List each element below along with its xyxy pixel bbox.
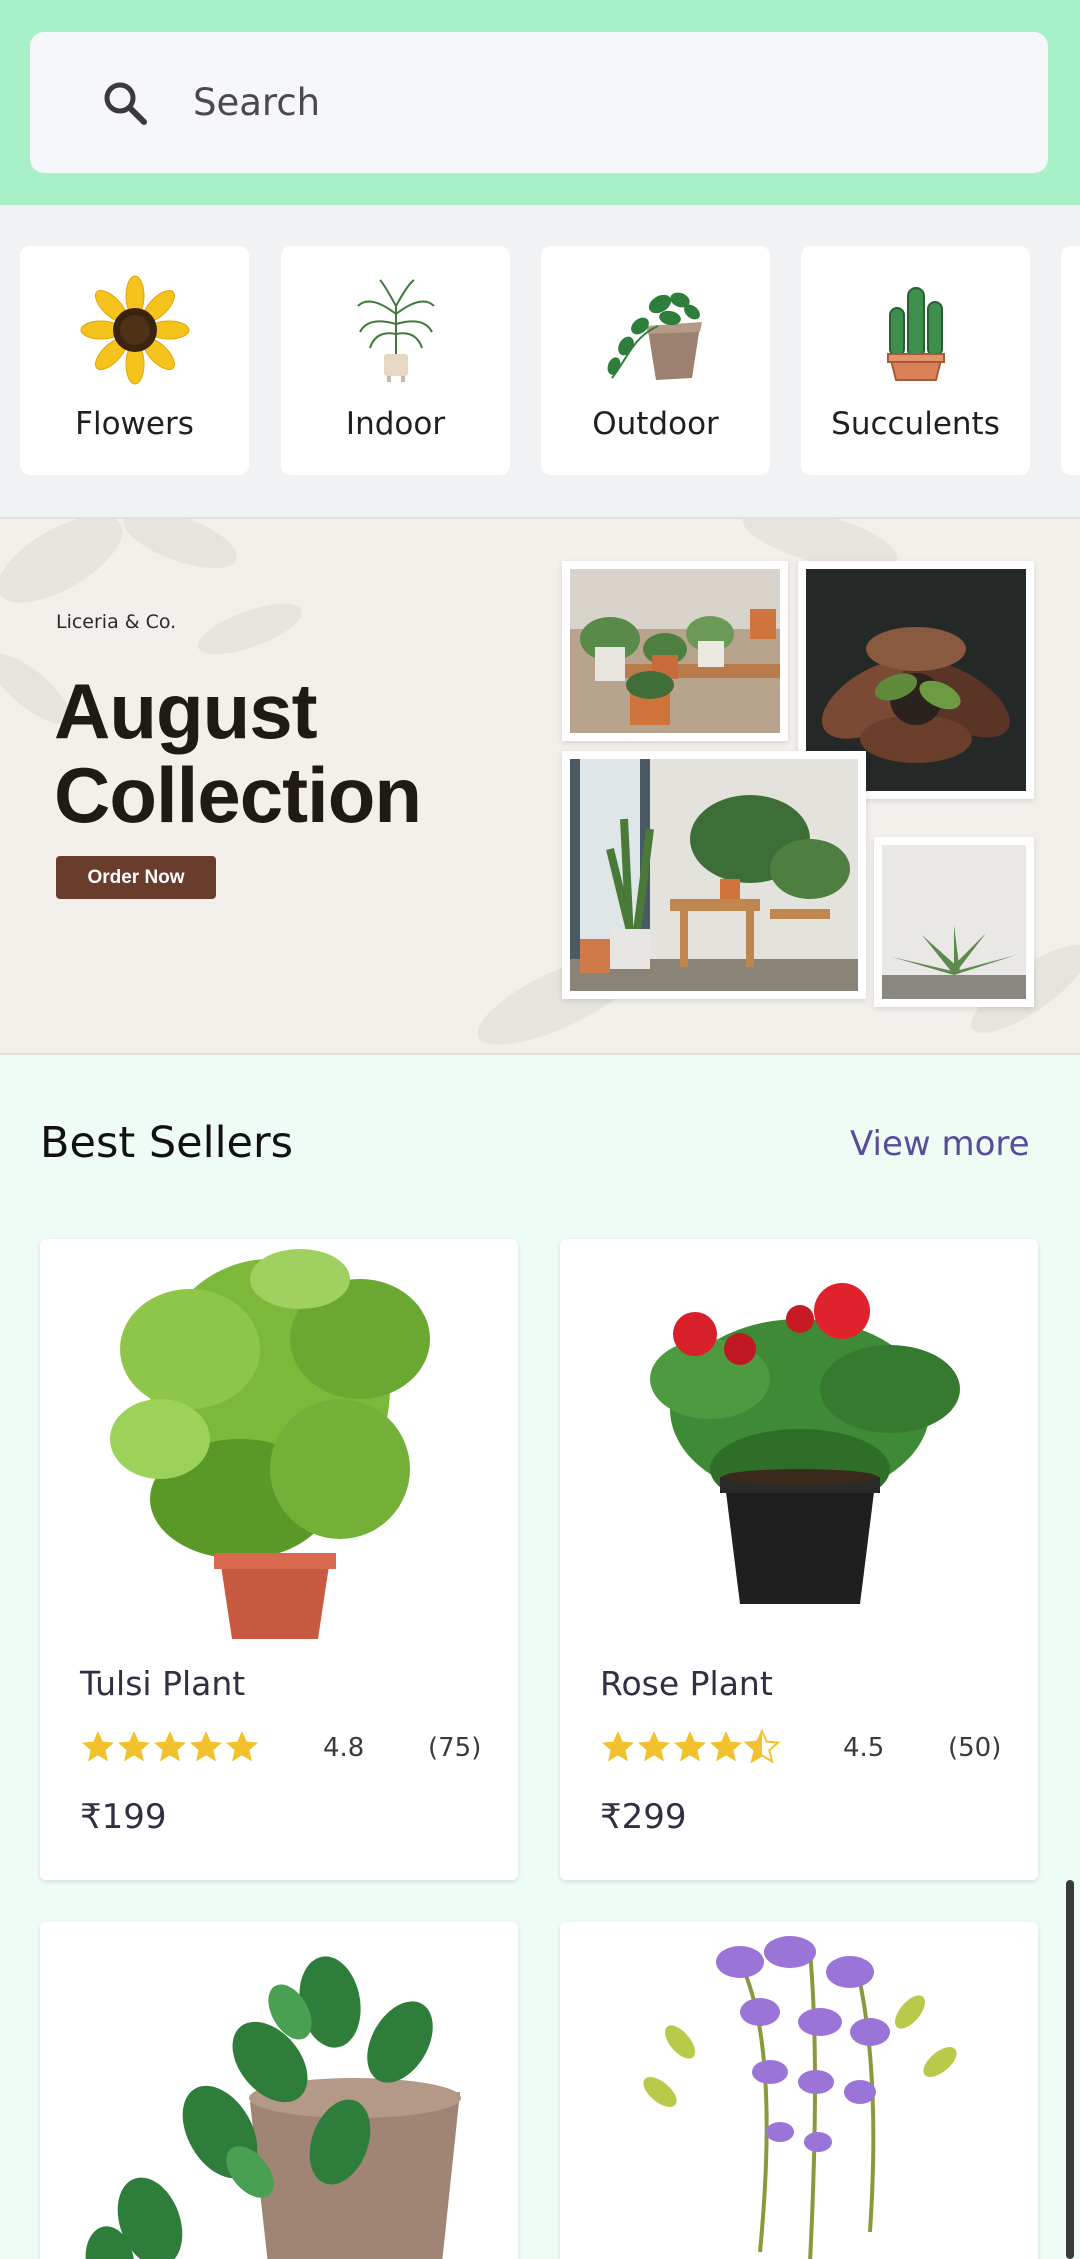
rating-stars	[80, 1729, 260, 1769]
star-half-icon	[744, 1729, 780, 1764]
brand-name: Liceria & Co.	[56, 611, 177, 633]
category-partial[interactable]	[1061, 246, 1080, 475]
potted-vine-image	[85, 1956, 461, 2259]
review-count: (50)	[948, 1733, 1002, 1763]
rating-value: 4.5	[843, 1733, 885, 1763]
section-title-best-sellers: Best Sellers	[40, 1118, 294, 1168]
promo-banner[interactable]: Liceria & Co. August Collection Order No…	[0, 517, 1080, 1055]
star-full-icon	[674, 1731, 706, 1762]
sunflower-icon	[80, 275, 190, 385]
star-full-icon	[638, 1731, 670, 1762]
category-label: Flowers	[75, 406, 194, 442]
product-name: Tulsi Plant	[80, 1664, 246, 1703]
category-label: Succulents	[831, 406, 1000, 442]
order-now-button[interactable]: Order Now	[56, 856, 216, 899]
product-price: ₹199	[80, 1797, 167, 1837]
product-card-wisteria[interactable]	[560, 1922, 1038, 2259]
banner-title: August Collection	[54, 667, 422, 839]
photo-shelf-plants	[562, 561, 788, 741]
star-full-icon	[710, 1731, 742, 1762]
search-icon[interactable]	[100, 78, 150, 128]
category-indoor[interactable]: Indoor	[281, 246, 510, 475]
product-price: ₹299	[600, 1797, 687, 1837]
rose-plant-image	[650, 1283, 960, 1604]
wisteria-image	[643, 1936, 957, 2259]
rating-stars	[600, 1729, 780, 1769]
star-full-icon	[154, 1731, 186, 1762]
view-more-link[interactable]: View more	[850, 1124, 1030, 1164]
star-full-icon	[602, 1731, 634, 1762]
potted-vine-icon	[607, 292, 702, 380]
tulsi-plant-image	[110, 1249, 430, 1639]
search-bar[interactable]	[30, 32, 1048, 173]
search-header	[0, 0, 1080, 205]
category-strip: Flowers Indoor Outdoor Succulents	[0, 205, 1080, 517]
rating-value: 4.8	[323, 1733, 365, 1763]
cactus-icon	[887, 287, 945, 381]
category-flowers[interactable]: Flowers	[20, 246, 249, 475]
photo-succulent	[874, 837, 1034, 1007]
review-count: (75)	[428, 1733, 482, 1763]
palm-plant-icon	[357, 279, 435, 382]
product-card-tulsi[interactable]: Tulsi Plant 4.8 (75) ₹199	[40, 1239, 518, 1880]
category-succulents[interactable]: Succulents	[801, 246, 1030, 475]
search-input[interactable]	[193, 72, 993, 132]
category-label: Indoor	[345, 406, 446, 442]
category-label: Outdoor	[592, 406, 719, 442]
product-name: Rose Plant	[600, 1664, 773, 1703]
star-full-icon	[118, 1731, 150, 1762]
product-card-rose[interactable]: Rose Plant 4.5 (50) ₹299	[560, 1239, 1038, 1880]
product-card-vine[interactable]	[40, 1922, 518, 2259]
star-full-icon	[82, 1731, 114, 1762]
photo-room-plants	[562, 751, 866, 999]
star-full-icon	[226, 1731, 258, 1762]
scrollbar[interactable]	[1066, 1880, 1074, 2259]
banner-title-line2: Collection	[54, 751, 422, 839]
star-full-icon	[190, 1731, 222, 1762]
category-outdoor[interactable]: Outdoor	[541, 246, 770, 475]
banner-title-line1: August	[54, 667, 318, 755]
